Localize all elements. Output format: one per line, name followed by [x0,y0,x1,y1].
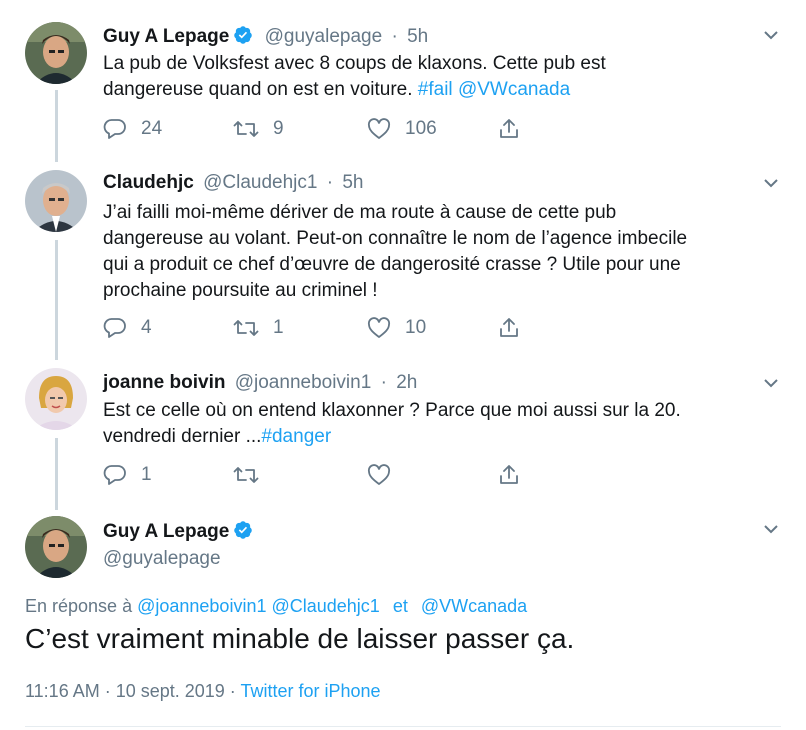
avatar-guyalepage[interactable] [25,516,87,578]
tweet-actions: 1 [103,462,523,488]
separator-dot: · [380,372,387,393]
display-name[interactable]: Claudehjc [103,172,194,193]
reply-count: 4 [141,317,152,338]
chevron-down-icon[interactable] [762,374,780,392]
chevron-down-icon[interactable] [762,174,780,192]
share-button[interactable] [498,315,520,341]
tweet-header: joanne boivin @joanneboivin1 · 2h [103,372,417,394]
like-icon [367,317,391,339]
reply-count: 1 [141,464,152,485]
tweet-header: Guy A Lepage @guyalepage · 5h [103,25,428,51]
tweet-time[interactable]: 2h [396,372,417,393]
avatar-joanneboivin[interactable] [25,368,87,430]
main-tweet-handle-row: @guyalepage [103,548,221,570]
timestamp[interactable]: 11:16 AM · 10 sept. 2019 · [25,681,236,701]
tweet-header: Claudehjc @Claudehjc1 · 5h [103,172,363,194]
user-handle[interactable]: @Claudehjc1 [203,172,317,193]
thread-line [55,438,58,510]
mention-link[interactable]: @VWcanada [458,79,570,100]
like-count: 10 [405,317,427,338]
reply-icon [103,118,127,140]
thread-line [55,90,58,162]
avatar-guyalepage[interactable] [25,22,87,84]
retweet-button[interactable] [233,462,273,488]
reply-count: 24 [141,118,163,139]
tweet-text-plain: Est ce celle où on entend klaxonner ? Pa… [103,400,681,447]
tweet-text: Est ce celle où on entend klaxonner ? Pa… [103,398,783,450]
tweet-actions: 4 1 10 [103,315,523,341]
user-handle[interactable]: @joanneboivin1 [235,372,372,393]
reply-mention-link[interactable]: @VWcanada [421,596,527,616]
share-icon [498,463,520,487]
like-button[interactable]: 10 [367,315,426,341]
retweet-count: 1 [273,317,284,338]
separator-dot: · [326,172,334,193]
hashtag-link[interactable]: #fail [418,79,453,100]
display-name[interactable]: Guy A Lepage [103,26,229,47]
avatar-claudehjc[interactable] [25,170,87,232]
reply-context: En réponse à @joanneboivin1 @Claudehjc1 … [25,596,527,617]
display-name[interactable]: joanne boivin [103,372,225,393]
user-handle[interactable]: @guyalepage [103,548,221,569]
retweet-icon [233,317,259,339]
like-count: 106 [405,118,437,139]
reply-mention-link[interactable]: @Claudehjc1 [271,596,379,616]
share-button[interactable] [498,462,520,488]
like-icon [367,118,391,140]
tweet-time[interactable]: 5h [407,26,428,47]
tweet-joanneboivin[interactable]: joanne boivin @joanneboivin1 · 2h Est ce… [0,360,806,510]
display-name[interactable]: Guy A Lepage [103,521,229,542]
retweet-icon [233,118,259,140]
thread-line [55,240,58,360]
tweet-guyalepage-1[interactable]: Guy A Lepage @guyalepage · 5h La pub de … [0,0,806,162]
user-handle[interactable]: @guyalepage [265,26,383,47]
tweet-actions: 24 9 106 [103,116,523,142]
main-tweet-text: C’est vraiment minable de laisser passer… [25,623,575,654]
reply-icon [103,317,127,339]
main-tweet: Guy A Lepage @guyalepage En réponse à @j… [0,510,806,730]
like-button[interactable] [367,462,405,488]
reply-button[interactable]: 24 [103,116,162,142]
like-button[interactable]: 106 [367,116,437,142]
chevron-down-icon[interactable] [762,26,780,44]
reply-mention-link[interactable]: @joanneboivin1 [137,596,266,616]
retweet-button[interactable]: 9 [233,116,284,142]
retweet-icon [233,464,259,486]
tweet-footer: 11:16 AM · 10 sept. 2019 · Twitter for i… [25,681,381,702]
reply-and-link[interactable]: et [393,596,408,616]
reply-prefix: En réponse à [25,596,133,616]
tweet-text: J’ai failli moi-même dériver de ma route… [103,202,688,301]
share-icon [498,117,520,141]
reply-icon [103,464,127,486]
main-tweet-name: Guy A Lepage [103,520,253,546]
retweet-count: 9 [273,118,284,139]
verified-badge-icon [233,520,253,546]
like-icon [367,464,391,486]
share-icon [498,316,520,340]
source-link[interactable]: Twitter for iPhone [240,681,380,701]
tweet-text: La pub de Volksfest avec 8 coups de klax… [103,51,783,103]
tweet-time[interactable]: 5h [342,172,363,193]
hashtag-link[interactable]: #danger [261,426,331,447]
divider [25,726,781,727]
separator-dot: · [391,26,398,47]
verified-badge-icon [233,25,253,51]
tweet-claudehjc[interactable]: Claudehjc @Claudehjc1 · 5h J’ai failli m… [0,160,806,360]
reply-button[interactable]: 4 [103,315,152,341]
retweet-button[interactable]: 1 [233,315,284,341]
reply-button[interactable]: 1 [103,462,152,488]
chevron-down-icon[interactable] [762,520,780,538]
share-button[interactable] [498,116,520,142]
